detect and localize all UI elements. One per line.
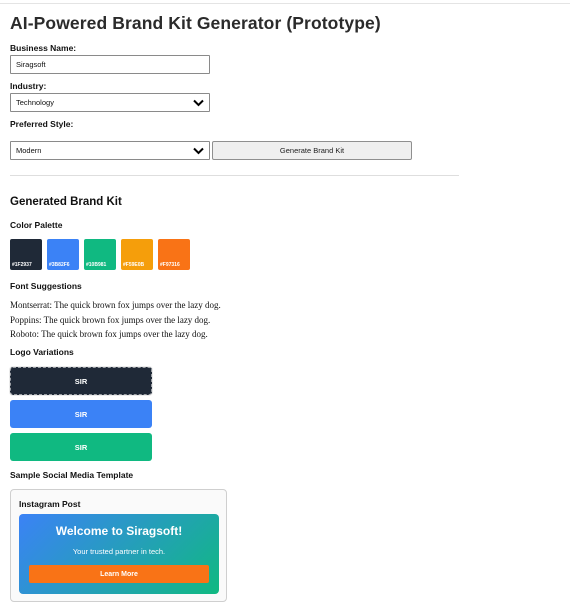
logo-variations-heading: Logo Variations [10,347,74,357]
color-swatch: #F59E0B [121,239,153,270]
chevron-down-icon [192,145,204,157]
industry-value: Technology [16,98,54,107]
post-subtext: Your trusted partner in tech. [72,547,166,556]
page-title: AI-Powered Brand Kit Generator (Prototyp… [10,13,381,33]
learn-more-button[interactable]: Learn More [29,565,209,583]
logo-text: SIR [74,409,88,419]
logo-text: SIR [74,376,88,386]
swatch-hex-label: #10B981 [86,262,107,268]
color-palette: #1F2937 #3B82F6 #10B981 #F59E0B #F97316 [10,239,190,270]
business-name-label: Business Name: [10,43,77,53]
style-value: Modern [16,146,42,155]
instagram-post-card: Instagram Post Welcome to Siragsoft! You… [10,489,227,602]
instagram-post-preview: Welcome to Siragsoft! Your trusted partn… [19,514,219,594]
post-headline: Welcome to Siragsoft! [55,524,183,538]
logo-text: SIR [74,442,88,452]
color-swatch: #F97316 [158,239,190,270]
divider [10,175,459,176]
generated-kit-heading: Generated Brand Kit [10,196,122,208]
industry-label: Industry: [10,81,47,91]
swatch-hex-label: #F97316 [160,262,180,268]
color-swatch: #3B82F6 [47,239,79,270]
top-border [0,3,570,4]
font-suggestion: Poppins: The quick brown fox jumps over … [10,314,211,325]
social-template-heading: Sample Social Media Template [10,470,134,480]
font-suggestion: Montserrat: The quick brown fox jumps ov… [10,300,221,310]
font-suggestions-list: Montserrat: The quick brown fox jumps ov… [10,298,221,342]
chevron-down-icon [192,97,204,109]
style-label: Preferred Style: [10,119,74,129]
font-suggestion: Roboto: The quick brown fox jumps over t… [10,329,208,339]
logo-variation-dark: SIR [9,366,153,396]
swatch-hex-label: #1F2937 [12,262,32,268]
color-swatch: #1F2937 [10,239,42,270]
business-name-input[interactable]: Siragsoft [10,55,210,74]
generate-brand-kit-button[interactable]: Generate Brand Kit [212,141,412,160]
industry-select[interactable]: Technology [10,93,210,112]
logo-variation-blue: SIR [10,400,152,428]
font-suggestions-heading: Font Suggestions [10,281,82,291]
swatch-hex-label: #F59E0B [123,262,145,268]
color-palette-heading: Color Palette [10,220,63,230]
style-select[interactable]: Modern [10,141,210,160]
business-name-value: Siragsoft [16,60,46,69]
color-swatch: #10B981 [84,239,116,270]
logo-variation-green: SIR [10,433,152,461]
instagram-post-title: Instagram Post [19,499,81,509]
swatch-hex-label: #3B82F6 [49,262,70,268]
